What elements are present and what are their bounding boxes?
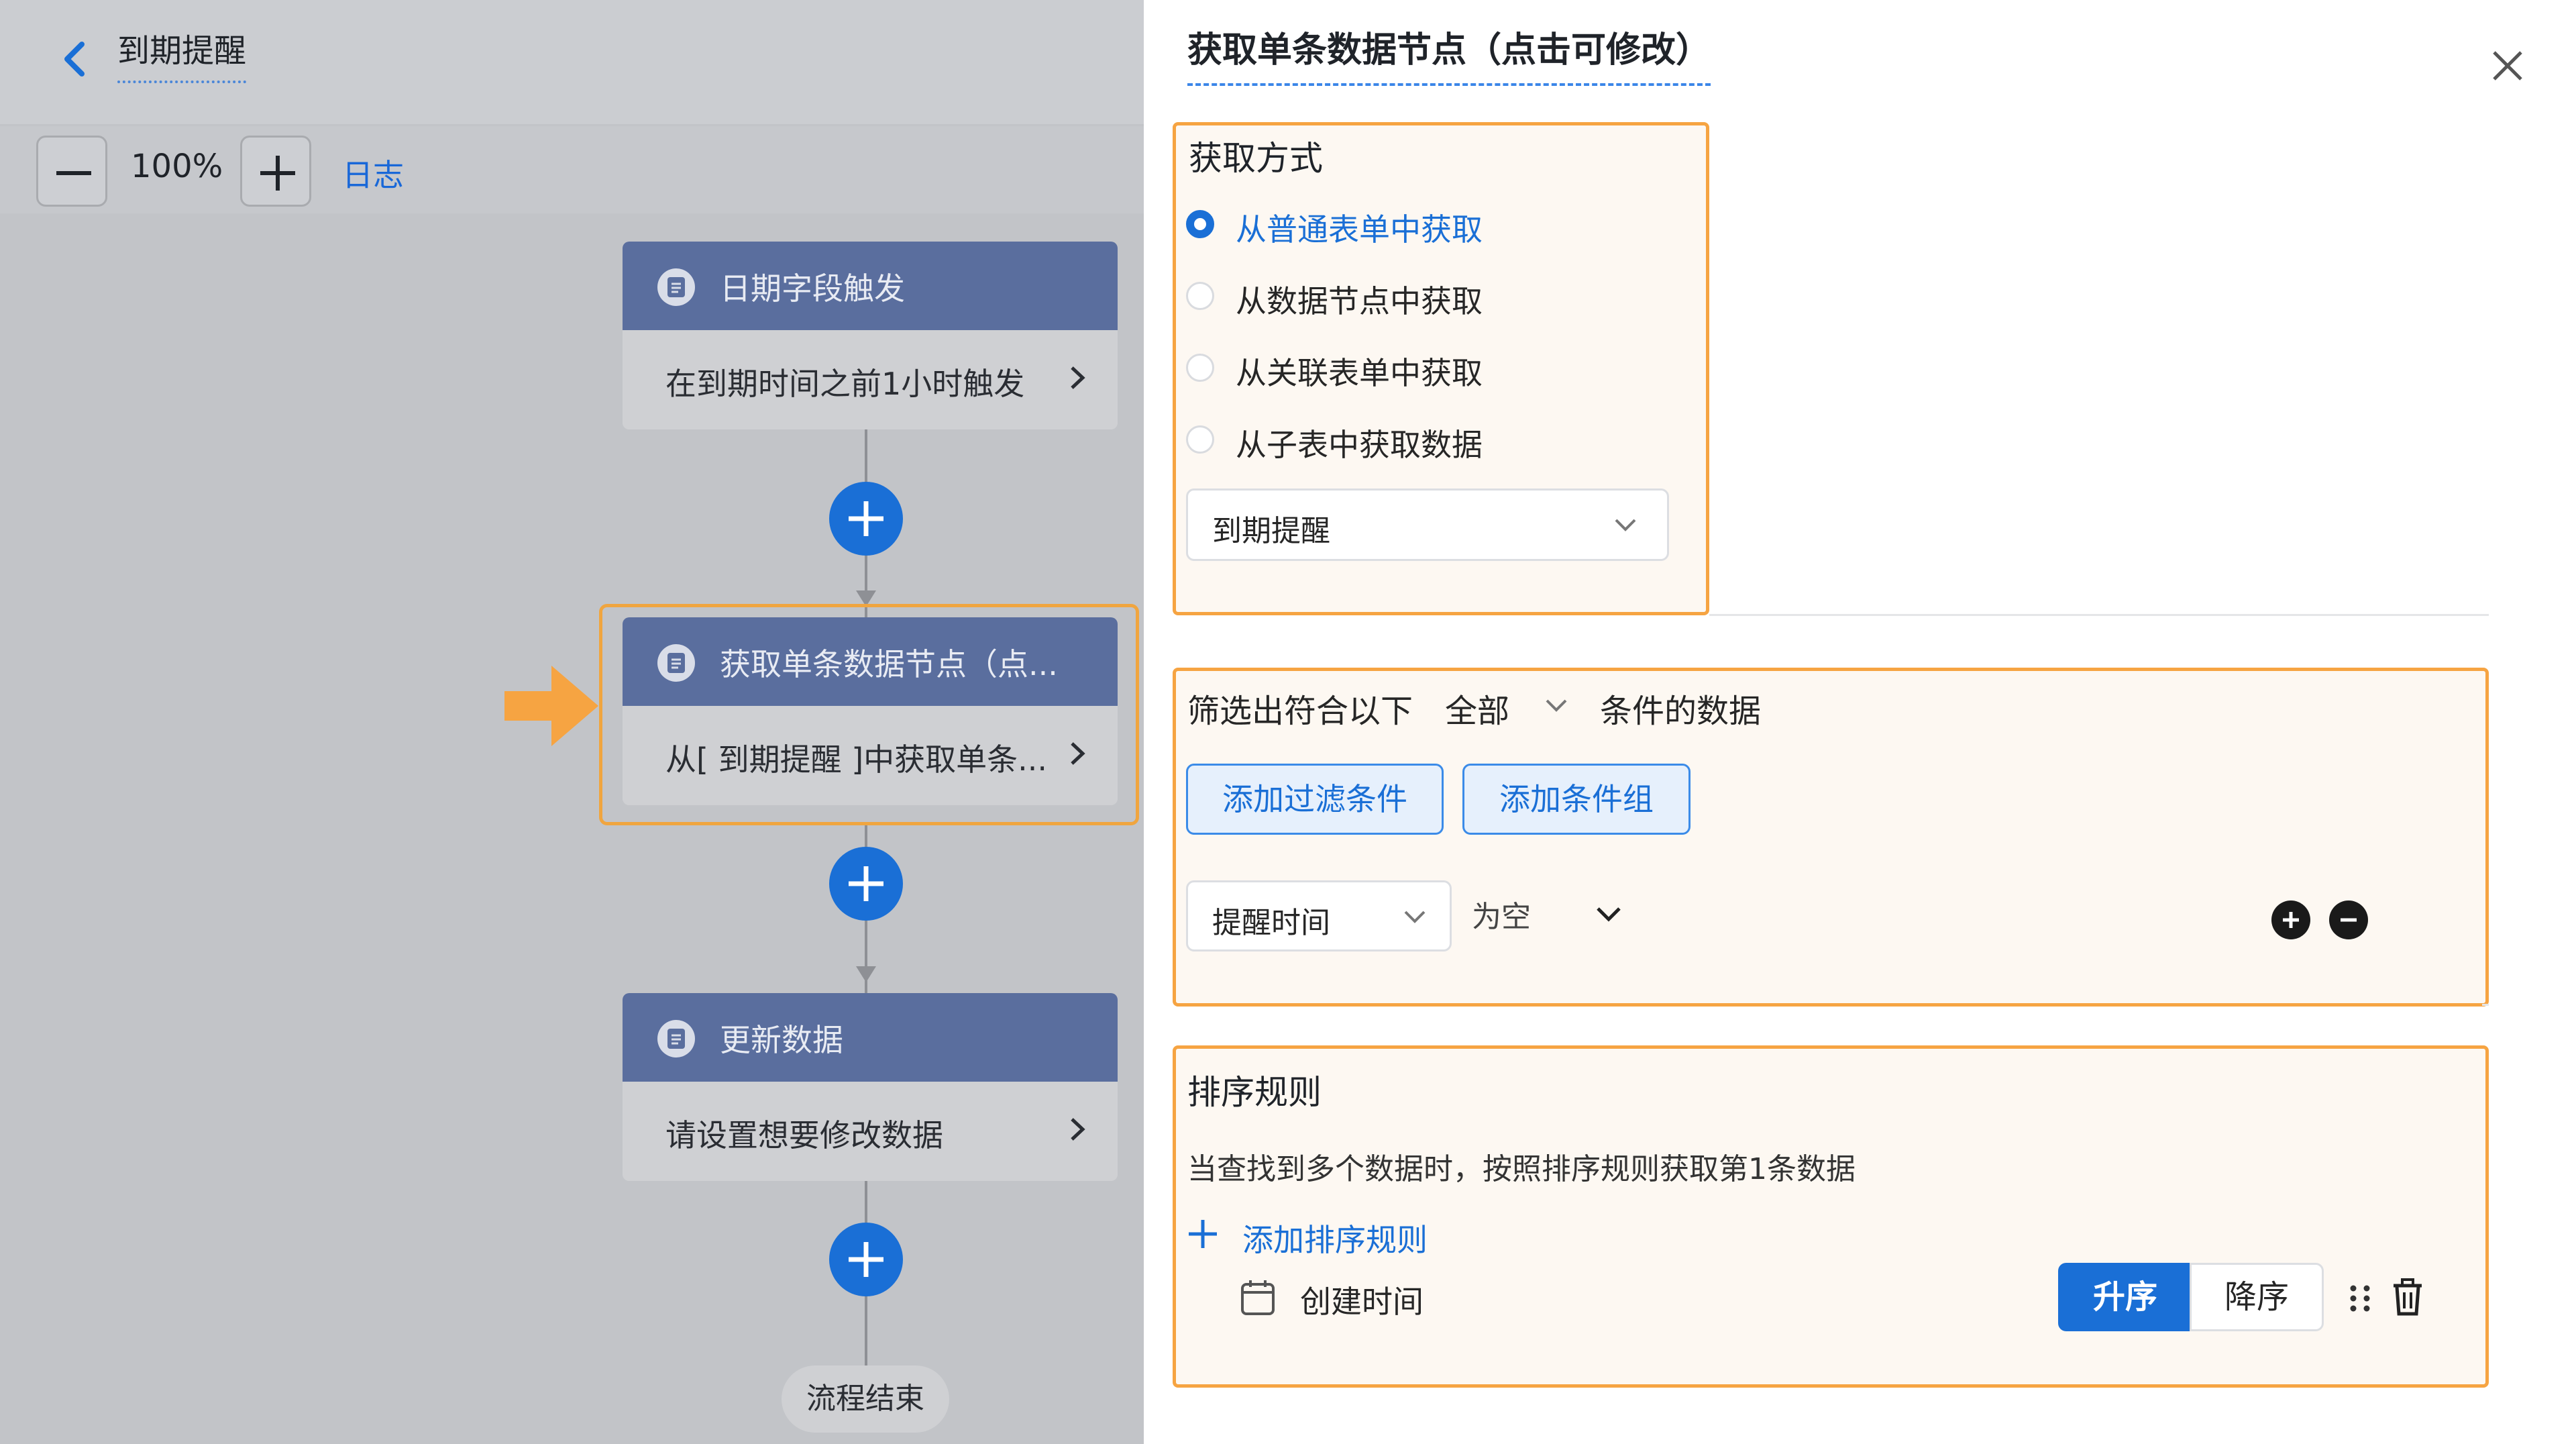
- sort-descending-button[interactable]: 降序: [2190, 1263, 2324, 1331]
- condition-operator-value: 为空: [1472, 900, 1531, 934]
- add-node-button[interactable]: [829, 1223, 903, 1296]
- plus-icon: [849, 501, 883, 536]
- chevron-down-icon: [1597, 907, 1621, 922]
- pointer-arrow-icon: [504, 666, 598, 746]
- node-header: 日期字段触发: [623, 242, 1118, 330]
- log-link[interactable]: 日志: [342, 151, 404, 195]
- radio-label[interactable]: 从子表中获取数据: [1236, 421, 1483, 465]
- divider: [1709, 614, 2489, 616]
- method-heading: 获取方式: [1189, 139, 1323, 178]
- add-node-button[interactable]: [829, 847, 903, 921]
- drag-handle-icon[interactable]: [2347, 1282, 2373, 1315]
- sort-ascending-button[interactable]: 升序: [2058, 1263, 2192, 1331]
- document-icon: [657, 644, 695, 682]
- node-header: 更新数据: [623, 993, 1118, 1082]
- arrow-down-icon: [856, 966, 876, 982]
- condition-operator-select[interactable]: 为空: [1469, 884, 1644, 945]
- radio-label[interactable]: 从普通表单中获取: [1236, 205, 1483, 250]
- radio-subtable[interactable]: [1186, 425, 1214, 454]
- node-description: 请设置想要修改数据: [665, 1117, 943, 1153]
- node-body: 从[ 到期提醒 ]中获取单条...: [623, 706, 1118, 805]
- filter-suffix: 条件的数据: [1600, 692, 1762, 730]
- radio-related-form[interactable]: [1186, 354, 1214, 382]
- node-body: 请设置想要修改数据: [623, 1082, 1118, 1181]
- node-description: 从[ 到期提醒 ]中获取单条...: [665, 741, 1048, 778]
- chevron-down-icon: [1546, 699, 1567, 712]
- document-icon: [657, 268, 695, 306]
- chevron-right-icon: [1071, 742, 1085, 765]
- filter-scope-select[interactable]: 全部: [1442, 678, 1576, 731]
- chevron-down-icon: [1615, 519, 1636, 531]
- flow-end: 流程结束: [782, 1365, 949, 1433]
- minus-icon: [56, 171, 91, 175]
- trash-icon[interactable]: [2391, 1278, 2424, 1317]
- node-title: 获取单条数据节点（点...: [720, 646, 1058, 682]
- plus-icon: [849, 1242, 883, 1277]
- flow-title[interactable]: 到期提醒: [117, 32, 247, 83]
- radio-label[interactable]: 从数据节点中获取: [1236, 277, 1483, 321]
- radio-data-node[interactable]: [1186, 282, 1214, 310]
- add-condition-group-button[interactable]: 添加条件组: [1462, 764, 1690, 835]
- add-sort-rule-button[interactable]: 添加排序规则: [1186, 1213, 1468, 1260]
- close-icon[interactable]: [2487, 46, 2528, 86]
- flow-node-update-data[interactable]: 更新数据 请设置想要修改数据: [623, 993, 1118, 1181]
- zoom-in-button[interactable]: [240, 136, 311, 207]
- divider: [2482, 1004, 2489, 1006]
- add-node-button[interactable]: [829, 482, 903, 556]
- node-title: 日期字段触发: [720, 270, 905, 307]
- radio-normal-form[interactable]: [1186, 210, 1214, 238]
- filter-scope-value: 全部: [1445, 692, 1510, 730]
- remove-condition-icon[interactable]: [2329, 900, 2368, 939]
- flow-node-trigger[interactable]: 日期字段触发 在到期时间之前1小时触发: [623, 242, 1118, 429]
- sort-heading: 排序规则: [1187, 1073, 1322, 1112]
- sort-description: 当查找到多个数据时，按照排序规则获取第1条数据: [1187, 1152, 1856, 1186]
- chevron-right-icon: [1071, 1118, 1085, 1141]
- chevron-down-icon: [1404, 911, 1426, 923]
- node-header: 获取单条数据节点（点...: [623, 617, 1118, 706]
- flow-node-get-single-data[interactable]: 获取单条数据节点（点... 从[ 到期提醒 ]中获取单条...: [623, 617, 1118, 805]
- sort-field-label: 创建时间: [1300, 1284, 1424, 1320]
- node-title: 更新数据: [720, 1022, 843, 1058]
- form-select[interactable]: 到期提醒: [1186, 488, 1669, 561]
- condition-field-value: 提醒时间: [1212, 906, 1330, 940]
- calendar-icon: [1241, 1280, 1275, 1315]
- add-condition-icon[interactable]: [2271, 900, 2310, 939]
- chevron-left-icon[interactable]: [55, 39, 95, 79]
- panel-title[interactable]: 获取单条数据节点（点击可修改）: [1187, 30, 1711, 87]
- node-body: 在到期时间之前1小时触发: [623, 330, 1118, 429]
- radio-label[interactable]: 从关联表单中获取: [1236, 349, 1483, 393]
- chevron-right-icon: [1071, 366, 1085, 389]
- add-filter-condition-button[interactable]: 添加过滤条件: [1186, 764, 1444, 835]
- condition-field-select[interactable]: 提醒时间: [1186, 880, 1452, 951]
- node-description: 在到期时间之前1小时触发: [665, 366, 1025, 402]
- form-select-value: 到期提醒: [1212, 514, 1330, 548]
- zoom-level: 100%: [131, 148, 223, 185]
- plus-icon: [260, 156, 295, 191]
- plus-icon: [849, 866, 883, 901]
- add-sort-rule-label: 添加排序规则: [1242, 1222, 1428, 1258]
- zoom-out-button[interactable]: [36, 136, 107, 207]
- plus-icon: [1189, 1220, 1217, 1248]
- filter-prefix: 筛选出符合以下: [1187, 692, 1413, 730]
- document-icon: [657, 1020, 695, 1058]
